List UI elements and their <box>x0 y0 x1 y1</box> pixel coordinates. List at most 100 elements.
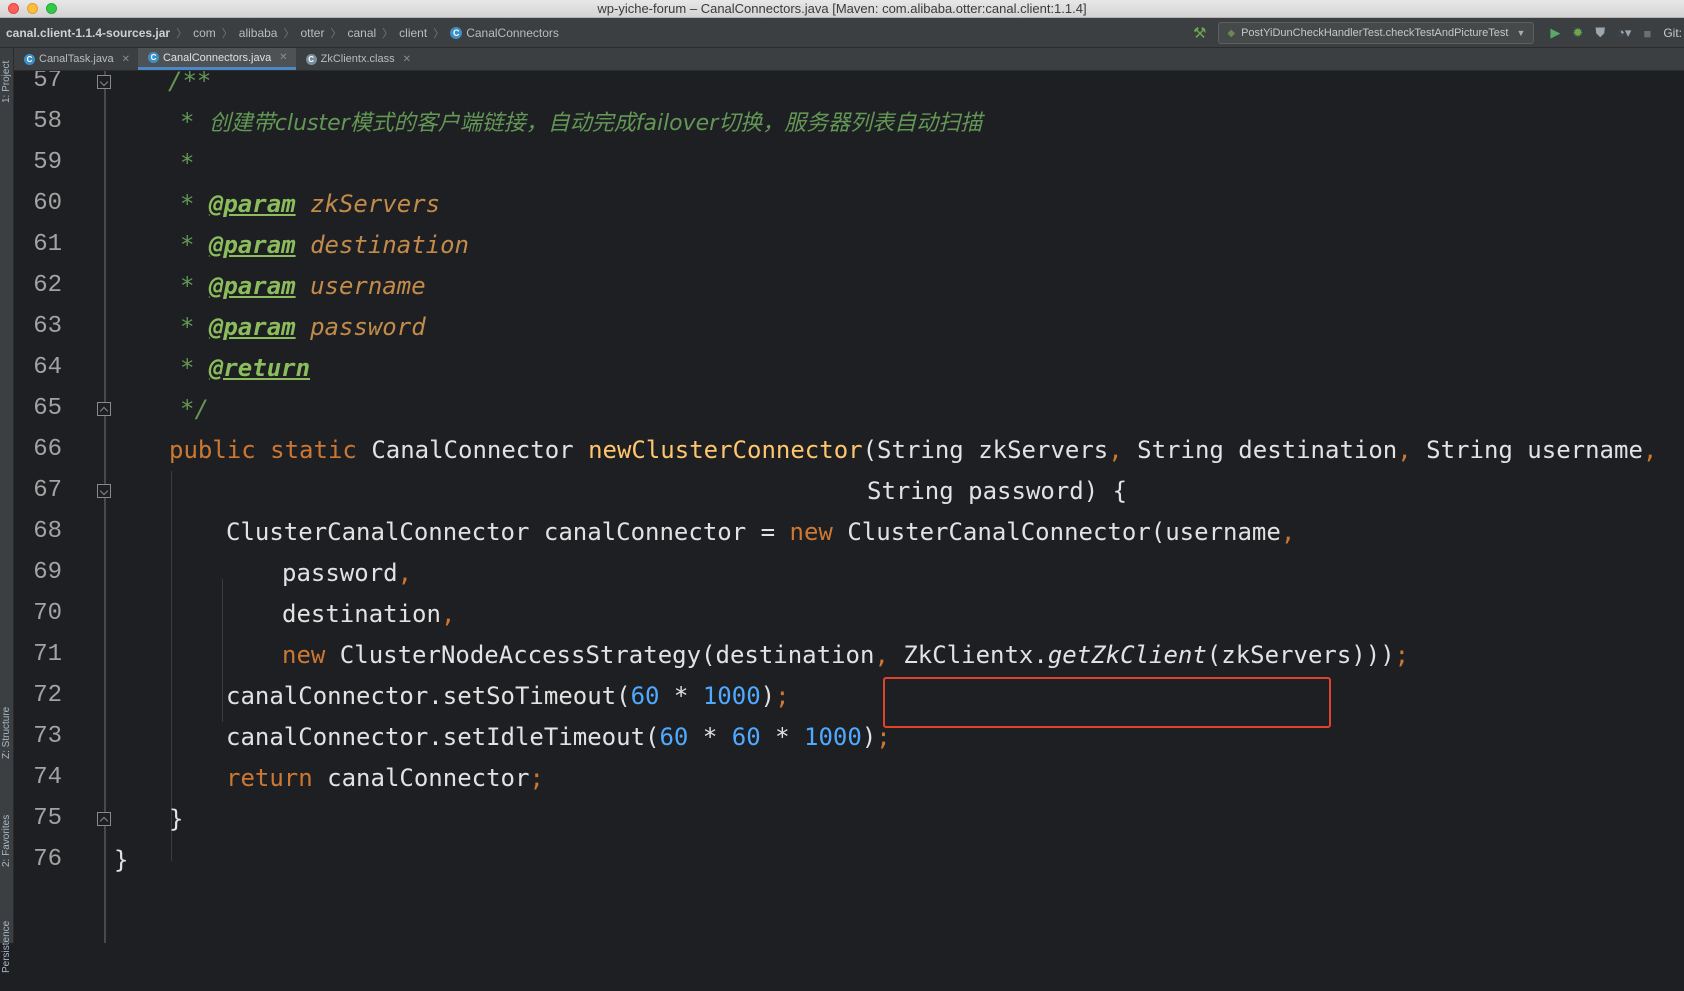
param-2: String destination <box>1122 436 1398 464</box>
line-66-code: public static CanalConnector newClusterC… <box>169 428 1657 472</box>
code-line: 69 password, <box>14 551 1684 595</box>
argument: password <box>282 559 398 587</box>
tab-zkclientx[interactable]: C ZkClientx.class ✕ <box>296 48 419 70</box>
line-62-code: * @param username <box>180 264 426 308</box>
line-number: 70 <box>33 600 62 627</box>
build-hammer-icon[interactable]: ⚒ <box>1193 24 1206 42</box>
doc-tag: @param <box>208 272 296 300</box>
breadcrumb-separator-icon: 〉 <box>382 28 394 40</box>
profile-icon[interactable]: ◔▾ <box>1617 25 1631 41</box>
code-line: 70 destination, <box>14 592 1684 636</box>
annotation-highlight-box <box>883 677 1331 728</box>
method-call: canalConnector.setIdleTimeout( <box>226 723 660 751</box>
breadcrumb-client[interactable]: client <box>399 26 427 40</box>
declaration: ClusterCanalConnector canalConnector = <box>226 518 790 546</box>
vcs-label[interactable]: Git: <box>1663 26 1682 40</box>
line-number: 66 <box>33 436 62 463</box>
doc-star: * <box>180 190 209 218</box>
line-number: 57 <box>33 71 62 94</box>
tab-canalconnectors[interactable]: C CanalConnectors.java ✕ <box>137 48 296 70</box>
line-number: 68 <box>33 518 62 545</box>
close-icon[interactable]: ✕ <box>122 54 130 65</box>
run-configuration-select[interactable]: ◆ PostYiDunCheckHandlerTest.checkTestAnd… <box>1218 22 1535 44</box>
toolbar: ⚒ ◆ PostYiDunCheckHandlerTest.checkTestA… <box>1193 18 1684 48</box>
semicolon: ; <box>529 764 544 792</box>
line-number: 71 <box>33 641 62 668</box>
code-line: 64 * @return <box>14 346 1684 390</box>
return-value: canalConnector <box>312 764 530 792</box>
stop-icon[interactable]: ■ <box>1643 26 1651 41</box>
doc-star: * <box>180 108 209 136</box>
code-line: 57 /** <box>14 71 1684 103</box>
code-line: 74 return canalConnector; <box>14 756 1684 800</box>
comma: , <box>874 641 889 669</box>
code-editor[interactable]: 57 /** 58 * 创建带cluster模式的客户端链接，自动完成failo… <box>14 71 1684 943</box>
line-number: 67 <box>33 477 62 504</box>
static-method-call: getZkClient <box>1047 641 1207 669</box>
operator: * <box>688 723 732 751</box>
line-63-code: * @param password <box>180 305 426 349</box>
line-number: 65 <box>33 395 62 422</box>
argument: destination <box>282 600 441 628</box>
doc-star: * <box>180 313 209 341</box>
run-icon[interactable]: ▶ <box>1550 25 1560 41</box>
line-71-code: new ClusterNodeAccessStrategy(destinatio… <box>282 633 1409 677</box>
code-line: 58 * 创建带cluster模式的客户端链接，自动完成failover切换，服… <box>14 100 1684 144</box>
doc-space <box>296 272 310 300</box>
doc-space <box>296 231 310 259</box>
breadcrumb-class[interactable]: CanalConnectors <box>466 26 559 40</box>
semicolon: ; <box>775 682 790 710</box>
comma: , <box>440 600 456 628</box>
code-line: 65 */ <box>14 387 1684 431</box>
call-args: (zkServers) <box>1206 641 1366 669</box>
line-73-code: canalConnector.setIdleTimeout(60 * 60 * … <box>226 715 891 759</box>
breadcrumb-canal[interactable]: canal <box>347 26 376 40</box>
tab-canaltask[interactable]: C CanalTask.java ✕ <box>14 48 138 70</box>
code-line: 75 } <box>14 797 1684 841</box>
constructor-call: ClusterCanalConnector(username <box>832 518 1281 546</box>
code-line: 62 * @param username <box>14 264 1684 308</box>
line-68-code: ClusterCanalConnector canalConnector = n… <box>226 510 1295 554</box>
navigation-bar: canal.client-1.1.4-sources.jar 〉 com 〉 a… <box>0 18 1684 48</box>
structure-tool-button[interactable]: Z: Structure <box>0 688 14 778</box>
constructor-call: ClusterNodeAccessStrategy(destination <box>325 641 875 669</box>
doc-param-name: zkServers <box>310 190 441 218</box>
line-number: 58 <box>33 108 62 135</box>
tab-label: ZkClientx.class <box>320 53 395 65</box>
close-parens: )) <box>1365 641 1395 669</box>
line-74-code: return canalConnector; <box>226 756 544 800</box>
close-paren: ) <box>861 723 877 751</box>
number-literal: 1000 <box>804 723 862 751</box>
comma: , <box>1642 436 1658 464</box>
line-number: 59 <box>33 149 62 176</box>
breadcrumb-otter[interactable]: otter <box>300 26 324 40</box>
line-number: 61 <box>33 231 62 258</box>
tab-label: CanalTask.java <box>39 53 114 65</box>
class-icon: C <box>24 53 35 65</box>
operator: * <box>760 723 805 751</box>
breadcrumb-com[interactable]: com <box>193 26 216 40</box>
favorites-tool-button[interactable]: 2: Favorites <box>0 796 14 886</box>
line-76-code: } <box>114 838 128 882</box>
closing-brace: } <box>169 805 184 833</box>
doc-open: /** <box>168 71 212 95</box>
line-number: 64 <box>33 354 62 381</box>
coverage-shield-icon[interactable]: ⛊ <box>1595 25 1605 41</box>
project-tool-button[interactable]: 1: Project <box>0 52 14 112</box>
close-paren: ) <box>760 682 776 710</box>
keyword: new <box>789 518 833 546</box>
doc-star: * <box>180 272 209 300</box>
tab-label: CanalConnectors.java <box>162 51 272 64</box>
line-64-code: * @return <box>180 346 310 390</box>
breadcrumb-alibaba[interactable]: alibaba <box>239 26 278 40</box>
comma: , <box>1280 518 1296 546</box>
persistence-tool-button[interactable]: Persistence <box>0 903 14 991</box>
line-59-code: * <box>180 141 194 185</box>
close-icon[interactable]: ✕ <box>279 52 287 63</box>
editor-tabs: C CanalTask.java ✕ C CanalConnectors.jav… <box>14 48 1684 71</box>
code-line: 76 } <box>14 838 1684 882</box>
close-icon[interactable]: ✕ <box>403 54 411 65</box>
doc-tag: @return <box>208 354 311 382</box>
debug-bug-icon[interactable]: ✹ <box>1572 25 1583 41</box>
breadcrumb-jar[interactable]: canal.client-1.1.4-sources.jar <box>6 26 170 40</box>
